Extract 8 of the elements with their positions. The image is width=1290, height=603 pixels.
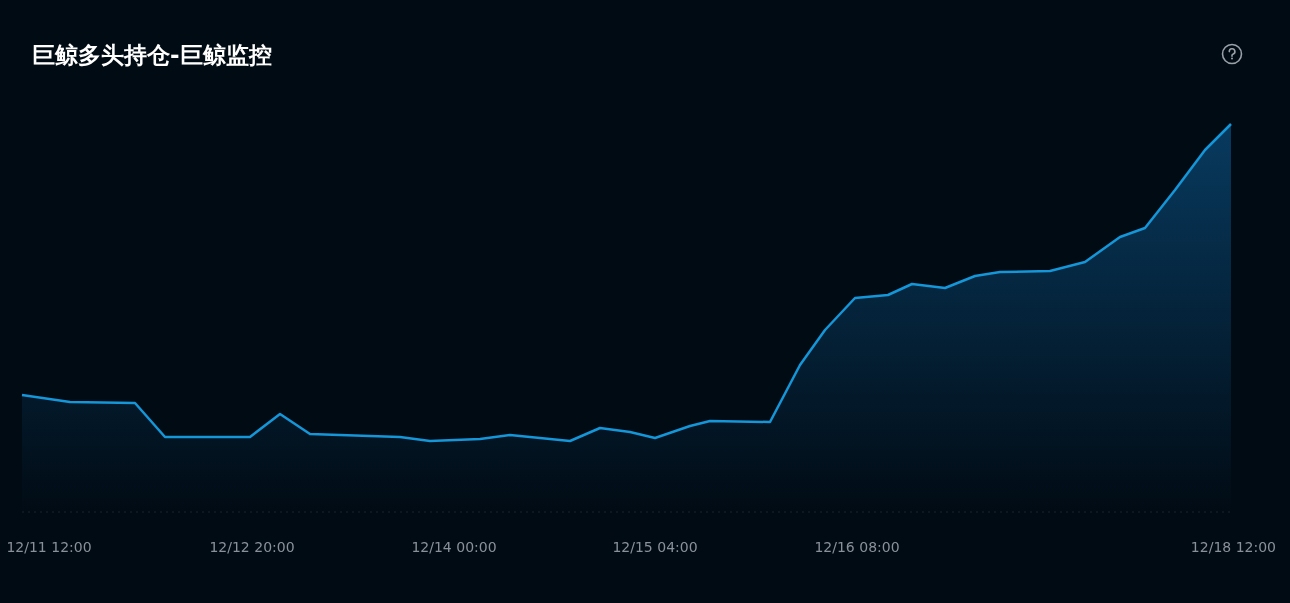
chart-title: 巨鲸多头持仓-巨鲸监控 [32,41,272,70]
axis-label: 12/14 00:00 [411,539,497,555]
axis-label: 12/12 20:00 [209,539,295,555]
axis-label: 12/18 12:00 [1190,539,1276,555]
axis-label: 12/11 12:00 [6,539,92,555]
axis-label: 12/15 04:00 [612,539,698,555]
help-icon[interactable] [1221,43,1243,65]
axis-label: 12/16 08:00 [814,539,900,555]
